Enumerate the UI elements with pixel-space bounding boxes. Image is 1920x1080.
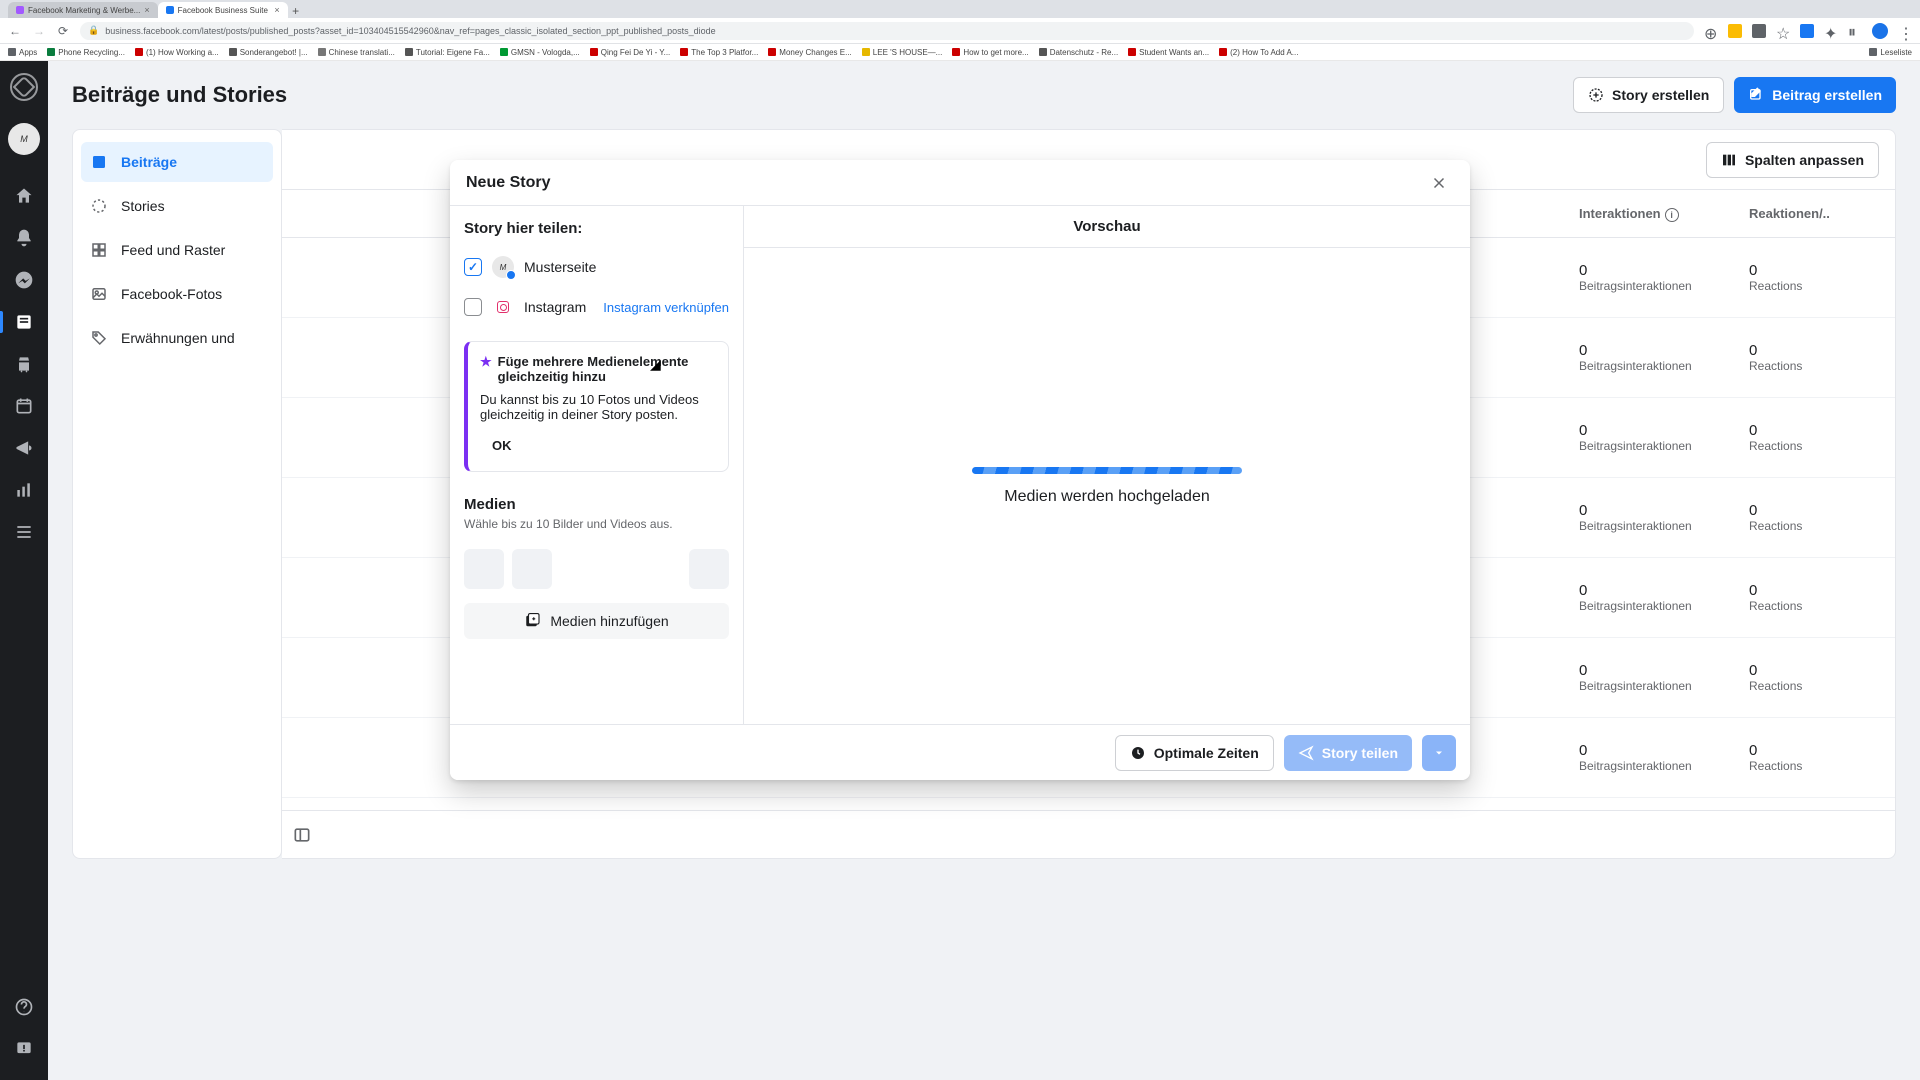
checkbox-checked[interactable] [464,258,482,276]
modal-backdrop: Neue Story Story hier teilen: M Musterse… [0,0,1920,1080]
page-avatar-icon: M [492,256,514,278]
media-subheading: Wähle bis zu 10 Bilder und Videos aus. [464,517,729,531]
upload-status: Medien werden hochgeladen [1004,488,1209,506]
media-heading: Medien [464,496,729,513]
instagram-icon [492,296,514,318]
modal-left-panel: Story hier teilen: M Musterseite Instagr… [450,206,744,724]
modal-right-panel: Vorschau Medien werden hochgeladen [744,206,1470,724]
link-instagram[interactable]: Instagram verknüpfen [603,300,729,315]
upload-progress [972,467,1242,474]
facebook-badge-icon [506,270,516,280]
modal-footer: Optimale Zeiten Story teilen [450,724,1470,780]
modal-header: Neue Story [450,160,1470,206]
button-label: Optimale Zeiten [1154,745,1259,761]
button-label: Story teilen [1322,745,1398,761]
cursor-icon: ◢ [650,356,661,373]
close-button[interactable] [1424,168,1454,198]
media-thumb-placeholder[interactable] [512,549,552,589]
checkbox-unchecked[interactable] [464,298,482,316]
close-icon [1430,174,1448,192]
send-icon [1298,745,1314,761]
star-icon: ★ [480,354,492,384]
share-label: Musterseite [524,259,596,275]
tip-title: ★Füge mehrere Medienelemente gleichzeiti… [480,354,716,384]
modal-title: Neue Story [466,174,550,192]
tip-body: Du kannst bis zu 10 Fotos und Videos gle… [480,392,716,422]
media-thumbs [450,545,743,599]
tip-title-text: Füge mehrere Medienelemente gleichzeitig… [498,354,716,384]
new-story-modal: Neue Story Story hier teilen: M Musterse… [450,160,1470,780]
tip-card: ★Füge mehrere Medienelemente gleichzeiti… [464,341,729,472]
preview-heading: Vorschau [744,206,1470,248]
modal-body: Story hier teilen: M Musterseite Instagr… [450,206,1470,724]
button-label: Medien hinzufügen [550,613,668,629]
tip-ok-button[interactable]: OK [480,432,524,459]
clock-icon [1130,745,1146,761]
preview-body: Medien werden hochgeladen [744,248,1470,724]
media-thumb-placeholder[interactable] [464,549,504,589]
media-section: Medien Wähle bis zu 10 Bilder und Videos… [450,482,743,545]
share-label: Instagram [524,299,586,315]
share-target-instagram[interactable]: Instagram Instagram verknüpfen [464,287,729,327]
add-media-button[interactable]: Medien hinzufügen [464,603,729,639]
optimal-times-button[interactable]: Optimale Zeiten [1115,735,1274,771]
share-heading: Story hier teilen: [464,220,729,237]
share-story-button[interactable]: Story teilen [1284,735,1412,771]
share-target-facebook[interactable]: M Musterseite [464,247,729,287]
chevron-down-icon [1433,747,1445,759]
share-section: Story hier teilen: M Musterseite Instagr… [450,206,743,331]
media-thumb-placeholder[interactable] [689,549,729,589]
share-dropdown-button[interactable] [1422,735,1456,771]
image-plus-icon [524,612,542,630]
